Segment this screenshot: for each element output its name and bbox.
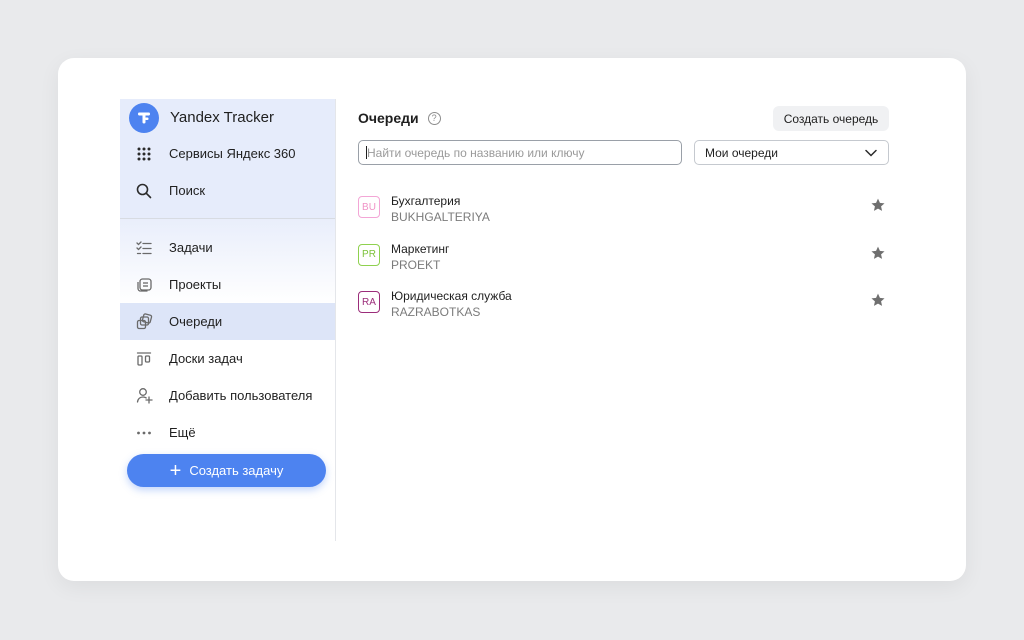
grid-icon <box>134 144 154 164</box>
page-title: Очереди <box>358 110 419 126</box>
queue-list: BU Бухгалтерия BUKHGALTERIYA PR Маркетин… <box>358 194 890 337</box>
sidebar-item-services[interactable]: Сервисы Яндекс 360 <box>120 135 335 172</box>
create-queue-button[interactable]: Создать очередь <box>773 106 889 131</box>
main-content: Очереди ? Создать очередь Мои очереди BU… <box>358 106 890 319</box>
sidebar-item-label: Задачи <box>169 240 213 255</box>
sidebar-item-projects[interactable]: Проекты <box>120 266 335 303</box>
sidebar-item-label: Ещё <box>169 425 196 440</box>
more-icon <box>134 423 154 443</box>
sidebar-item-add-user[interactable]: Добавить пользователя <box>120 377 335 414</box>
help-icon[interactable]: ? <box>427 111 441 125</box>
boards-icon <box>134 349 154 369</box>
queue-row-ra[interactable]: RA Юридическая служба RAZRABOTKAS <box>358 289 890 337</box>
sidebar-item-label: Добавить пользователя <box>169 388 313 403</box>
queue-name: Маркетинг <box>391 241 450 256</box>
create-task-button[interactable]: + Создать задачу <box>127 454 326 487</box>
sidebar-item-boards[interactable]: Доски задач <box>120 340 335 377</box>
chevron-down-icon <box>865 146 877 160</box>
queue-row-bu[interactable]: BU Бухгалтерия BUKHGALTERIYA <box>358 194 890 242</box>
star-icon[interactable] <box>870 197 886 218</box>
queue-row-pr[interactable]: PR Маркетинг PROEKT <box>358 242 890 290</box>
queue-filter-select[interactable]: Мои очереди <box>694 140 889 165</box>
app-name: Yandex Tracker <box>170 109 274 126</box>
queue-filter-value: Мои очереди <box>705 145 778 160</box>
sidebar-item-more[interactable]: Ещё <box>120 414 335 451</box>
tasks-icon <box>134 238 154 258</box>
star-icon[interactable] <box>870 245 886 266</box>
queue-badge: RA <box>358 291 380 313</box>
text-caret <box>366 146 367 159</box>
sidebar-item-label: Сервисы Яндекс 360 <box>169 146 296 161</box>
sidebar-item-tasks[interactable]: Задачи <box>120 229 335 266</box>
queues-icon <box>134 312 154 332</box>
create-task-label: Создать задачу <box>189 463 284 478</box>
queue-name: Юридическая служба <box>391 289 512 303</box>
queue-info: Маркетинг PROEKT <box>391 242 449 273</box>
queue-key: RAZRABOTKAS <box>391 305 481 319</box>
star-icon[interactable] <box>870 292 886 313</box>
queue-name: Бухгалтерия <box>391 194 461 208</box>
sidebar-item-label: Доски задач <box>169 351 243 366</box>
queue-controls: Мои очереди <box>358 140 890 165</box>
sidebar: Yandex Tracker Сервисы Яндекс 360 Поиск <box>120 99 336 541</box>
sidebar-item-label: Поиск <box>169 183 206 198</box>
queue-search-input[interactable] <box>358 140 682 165</box>
sidebar-item-label: Очереди <box>169 314 223 329</box>
search-icon <box>134 181 154 201</box>
queue-key: BUKHGALTERIYA <box>391 210 490 224</box>
add-user-icon <box>134 386 154 406</box>
queue-badge: BU <box>358 196 380 218</box>
queue-badge: PR <box>358 243 380 266</box>
projects-icon <box>134 275 154 295</box>
queue-info: Юридическая служба RAZRABOTKAS <box>391 289 512 320</box>
sidebar-item-search[interactable]: Поиск <box>120 172 335 209</box>
app-logo-link[interactable]: Yandex Tracker <box>120 99 335 136</box>
queue-key: PROEKT <box>391 257 441 272</box>
queue-info: Бухгалтерия BUKHGALTERIYA <box>391 194 490 225</box>
sidebar-item-label: Проекты <box>169 277 222 292</box>
plus-icon: + <box>169 459 182 482</box>
app-window: Yandex Tracker Сервисы Яндекс 360 Поиск <box>58 58 966 581</box>
sidebar-item-queues[interactable]: Очереди <box>120 303 335 340</box>
tracker-logo-icon <box>129 102 159 133</box>
